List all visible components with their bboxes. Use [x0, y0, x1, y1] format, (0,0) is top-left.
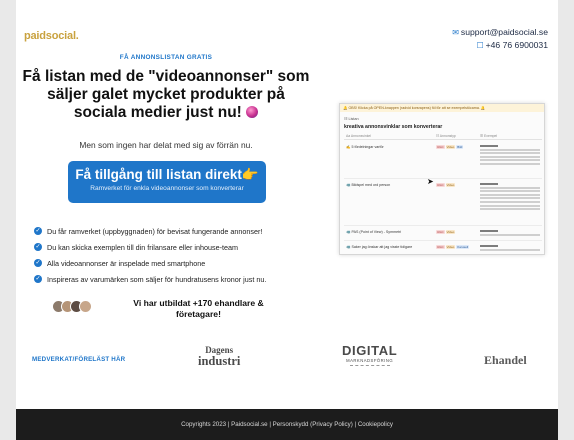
preview-banner: 🔔 OBS! Klicka på OPEN-knappen (radvid ko…: [340, 104, 544, 112]
landing-page: paidsocial. ✉ support@paidsocial.se ☐ +46 …: [16, 0, 558, 440]
email-link[interactable]: support@paidsocial.se: [461, 27, 548, 37]
preview-title: kreativa annonsvinklar som konverterar: [344, 124, 443, 130]
cta-main-label: Få tillgång till listan direkt👉: [75, 167, 259, 182]
eyebrow-label: FÅ ANNONSLISTAN GRATIS: [119, 54, 213, 61]
table-row: 🦏 Bildspel med ord person UGC Video: [344, 180, 542, 226]
contact-block: ✉ support@paidsocial.se ☐ +46 76 6900031: [452, 26, 548, 52]
list-item: ✓ Inspireras av varumärken som säljer för…: [34, 274, 267, 284]
headline-line-2: säljer galet mycket produkter på: [47, 86, 285, 103]
check-circle-icon: ✓: [34, 227, 42, 235]
list-preview-screenshot: 🔔 OBS! Klicka på OPEN-knappen (radvid ko…: [339, 103, 545, 255]
benefits-list: ✓ Du får ramverket (uppbyggnaden) för bev…: [34, 223, 266, 287]
digital-marknadsforing-logo: DIGITAL MARKNADSFÖRING: [342, 343, 397, 369]
dagens-industri-logo: Dagens industri: [198, 345, 241, 368]
mouse-cursor-icon: ➤: [427, 177, 434, 186]
list-item: ✓ Alla videoannonser är inspelade med sma…: [34, 258, 206, 268]
envelope-icon: ✉: [452, 28, 459, 37]
list-item: ✓ Du kan skicka exemplen till din frilans…: [34, 242, 238, 252]
check-circle-icon: ✓: [34, 275, 42, 283]
cta-sub-label: Ramverket för enkla videoannonser som ko…: [90, 185, 244, 192]
page-headline: Få listan med de "videoannonser" som säl…: [16, 68, 316, 122]
social-proof-text: Vi har utbildat +170 ehandlare & företag…: [133, 298, 264, 319]
ehandel-logo: Ehandel: [484, 353, 527, 367]
headline-line-1: Få listan med de "videoannonser" som: [22, 68, 310, 85]
preview-dropdown: ☷ Listan: [344, 117, 359, 121]
avatar: [79, 300, 92, 313]
preview-col-2: ☷ Annonstyp: [436, 134, 456, 138]
phone-row[interactable]: ☐ +46 76 6900031: [452, 39, 548, 52]
site-footer[interactable]: Copyrights 2023 | Paidsocial.se | Person…: [16, 409, 558, 440]
get-list-cta-button[interactable]: Få tillgång till listan direkt👉 Ramverke…: [68, 161, 266, 203]
partners-heading: MEDVERKAT/FÖRELÄST HÄR: [32, 356, 126, 363]
list-item: ✓ Du får ramverket (uppbyggnaden) för bev…: [34, 226, 263, 236]
check-circle-icon: ✓: [34, 259, 42, 267]
phone-icon: ☐: [476, 41, 484, 50]
waveform-icon: [349, 365, 390, 369]
phone-link[interactable]: +46 76 6900031: [486, 40, 548, 50]
preview-col-1: Aa Annonsvinkel: [346, 134, 372, 138]
preview-col-3: ☰ Exempel: [480, 134, 498, 138]
headline-line-3: sociala medier just nu!: [16, 104, 316, 122]
customer-avatars: [52, 300, 92, 313]
table-row: 🦏 Saker jag önskar att jag visste tidiga…: [344, 242, 542, 254]
email-row[interactable]: ✉ support@paidsocial.se: [452, 26, 548, 39]
preview-table-header: Aa Annonsvinkel ☷ Annonstyp ☰ Exempel: [344, 134, 542, 140]
table-row: 🦏 PAS (Point of View) - Symmetri UGC Vide…: [344, 227, 542, 241]
check-circle-icon: ✓: [34, 243, 42, 251]
crystal-ball-emoji-icon: [246, 106, 259, 118]
brand-logo[interactable]: paidsocial.: [24, 30, 79, 42]
subheadline: Men som ingen har delat med sig av förrä…: [79, 140, 253, 150]
table-row: ✍️ 5 fördelningar varför UGC Video Bild: [344, 142, 542, 179]
